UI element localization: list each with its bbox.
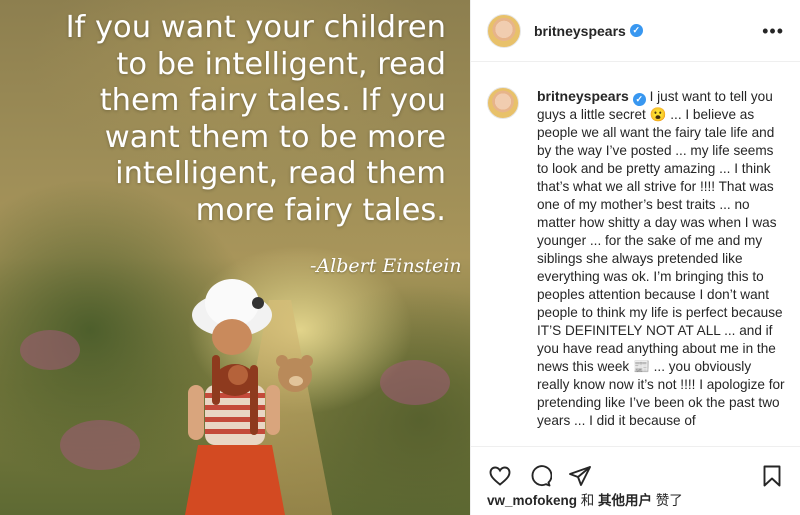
likes-summary: vw_mofokeng 和 其他用户 赞了: [471, 493, 800, 509]
flower-patch: [20, 330, 80, 370]
verified-badge-icon: ✓: [629, 24, 643, 37]
post-actions: vw_mofokeng 和 其他用户 赞了: [471, 446, 800, 515]
likes-others-link[interactable]: 其他用户: [598, 493, 652, 508]
avatar[interactable]: [487, 87, 519, 119]
girl-illustration: [185, 279, 313, 515]
likes-suffix: 赞了: [652, 493, 683, 508]
likes-username[interactable]: vw_mofokeng: [487, 493, 577, 508]
comment-icon[interactable]: [527, 463, 553, 489]
flower-patch: [380, 360, 450, 405]
header-username[interactable]: britneyspears: [534, 23, 626, 39]
caption-text-block: britneyspears ✓ I just want to tell you g…: [537, 87, 785, 430]
likes-separator: 和: [577, 493, 599, 508]
comments-section[interactable]: britneyspears ✓ I just want to tell you g…: [471, 63, 800, 445]
post-image[interactable]: If you want your children to be intellig…: [0, 0, 470, 515]
post-sidebar: britneyspears ✓ ••• britneyspears ✓ I jus…: [470, 0, 800, 515]
verified-badge-icon: ✓: [632, 93, 646, 106]
quote-signature: -Albert Einstein: [310, 255, 462, 277]
avatar[interactable]: [487, 13, 521, 48]
caption-username[interactable]: britneyspears: [537, 88, 629, 104]
post-header: britneyspears ✓ •••: [471, 0, 800, 62]
flower-patch: [60, 420, 140, 470]
more-options-icon[interactable]: •••: [762, 22, 784, 40]
bookmark-icon[interactable]: [759, 463, 785, 489]
quote-text: If you want your children to be intellig…: [65, 10, 446, 228]
heart-icon[interactable]: [487, 463, 513, 489]
caption-comment: britneyspears ✓ I just want to tell you g…: [487, 87, 785, 430]
caption-text: I just want to tell you guys a little se…: [537, 89, 785, 428]
paper-plane-icon[interactable]: [567, 463, 593, 489]
